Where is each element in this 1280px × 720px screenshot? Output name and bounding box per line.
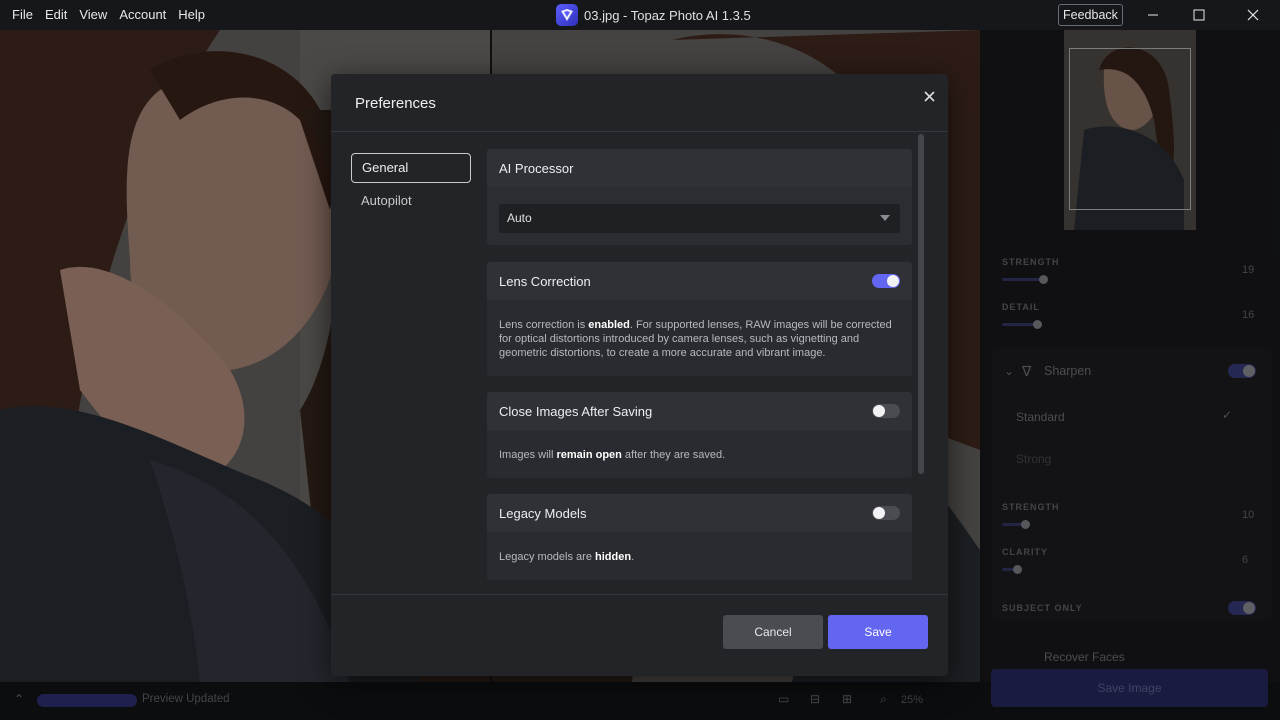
ai-processor-select[interactable]: Auto xyxy=(499,204,900,233)
close-after-saving-card: Close Images After Saving Images will re… xyxy=(487,392,912,478)
legacy-models-description: Legacy models are hidden. xyxy=(487,532,912,580)
legacy-models-toggle[interactable] xyxy=(872,506,900,520)
legacy-desc-bold: hidden xyxy=(595,551,632,563)
close-after-saving-label: Close Images After Saving xyxy=(499,403,653,419)
save-button[interactable]: Save xyxy=(828,615,928,649)
dialog-footer-divider xyxy=(331,594,948,595)
menu-view[interactable]: View xyxy=(73,0,113,30)
nav-general[interactable]: General xyxy=(351,153,471,183)
feedback-button[interactable]: Feedback xyxy=(1058,4,1123,26)
toggle-knob xyxy=(887,275,899,287)
close-icon[interactable] xyxy=(919,86,939,106)
dialog-header: Preferences xyxy=(331,74,948,132)
ai-processor-header: AI Processor xyxy=(487,149,912,187)
legacy-models-card: Legacy Models Legacy models are hidden. xyxy=(487,494,912,580)
close-desc-bold: remain open xyxy=(556,449,622,461)
dialog-title: Preferences xyxy=(355,95,436,112)
window-title: 03.jpg - Topaz Photo AI 1.3.5 xyxy=(556,4,751,26)
legacy-desc-post: . xyxy=(631,551,635,563)
lens-desc-pre: Lens correction is xyxy=(499,319,589,331)
lens-correction-card: Lens Correction Lens correction is enabl… xyxy=(487,262,912,376)
dropdown-arrow-icon xyxy=(880,215,890,221)
minimize-icon[interactable] xyxy=(1130,0,1176,30)
ai-processor-card: AI Processor Auto xyxy=(487,149,912,245)
dialog-scrollbar[interactable] xyxy=(918,134,924,474)
topaz-logo-icon xyxy=(556,4,578,26)
menu-file[interactable]: File xyxy=(6,0,39,30)
menu-edit[interactable]: Edit xyxy=(39,0,73,30)
maximize-icon[interactable] xyxy=(1176,0,1222,30)
close-desc-post: after they are saved. xyxy=(621,449,726,461)
toggle-knob xyxy=(873,405,885,417)
close-after-saving-header: Close Images After Saving xyxy=(487,392,912,430)
close-after-saving-description: Images will remain open after they are s… xyxy=(487,430,912,478)
ai-processor-label: AI Processor xyxy=(499,160,574,176)
close-desc-pre: Images will xyxy=(499,449,557,461)
close-window-icon[interactable] xyxy=(1230,0,1276,30)
lens-correction-label: Lens Correction xyxy=(499,273,591,289)
legacy-models-header: Legacy Models xyxy=(487,494,912,532)
preferences-dialog: Preferences General Autopilot AI Process… xyxy=(331,74,948,676)
close-after-saving-toggle[interactable] xyxy=(872,404,900,418)
nav-autopilot[interactable]: Autopilot xyxy=(351,187,471,217)
legacy-models-label: Legacy Models xyxy=(499,505,587,521)
lens-correction-header: Lens Correction xyxy=(487,262,912,300)
window-title-text: 03.jpg - Topaz Photo AI 1.3.5 xyxy=(584,7,751,23)
title-bar: File Edit View Account Help 03.jpg - Top… xyxy=(0,0,1280,30)
menu-bar: File Edit View Account Help xyxy=(0,0,211,30)
lens-correction-toggle[interactable] xyxy=(872,274,900,288)
legacy-desc-pre: Legacy models are xyxy=(499,551,595,563)
lens-desc-bold: enabled xyxy=(588,319,630,331)
menu-help[interactable]: Help xyxy=(172,0,211,30)
menu-account[interactable]: Account xyxy=(113,0,172,30)
cancel-button[interactable]: Cancel xyxy=(723,615,823,649)
toggle-knob xyxy=(873,507,885,519)
lens-correction-description: Lens correction is enabled. For supporte… xyxy=(487,300,912,376)
ai-processor-value: Auto xyxy=(507,211,532,225)
